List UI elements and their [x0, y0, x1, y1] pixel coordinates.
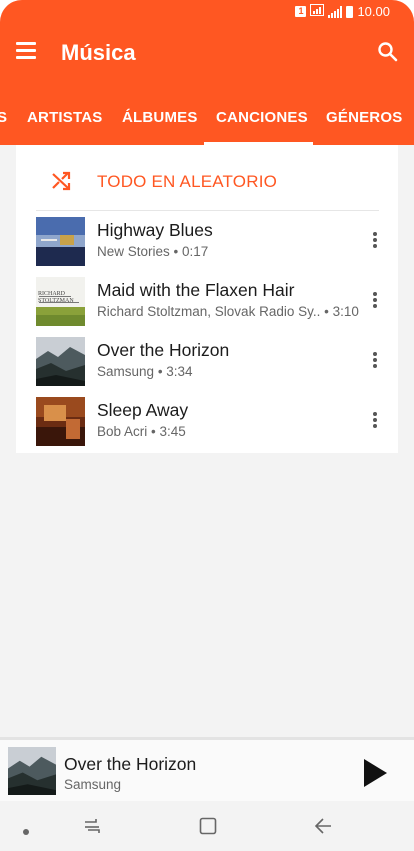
album-art	[36, 217, 85, 266]
song-title: Sleep Away	[97, 400, 189, 420]
song-artist: Bob Acri	[97, 424, 148, 439]
album-art: RICHARD STOLTZMAN	[36, 277, 85, 326]
song-title: Highway Blues	[97, 220, 213, 240]
back-icon[interactable]	[313, 816, 333, 841]
status-bar: 1 10.00	[0, 0, 414, 24]
tab-bar: S ARTISTAS ÁLBUMES CANCIONES GÉNEROS	[0, 94, 414, 145]
album-art	[36, 337, 85, 386]
song-duration: • 3:45	[151, 424, 186, 439]
cell-signal-icon	[328, 5, 343, 18]
song-duration: • 0:17	[173, 244, 209, 259]
song-row[interactable]: Sleep Away Bob Acri • 3:45	[16, 392, 398, 452]
album-art	[36, 397, 85, 446]
battery-icon	[346, 5, 354, 18]
song-row[interactable]: RICHARD STOLTZMAN Maid with the Flaxen H…	[16, 272, 398, 332]
app-title: Música	[61, 40, 136, 65]
tab-albumes[interactable]: ÁLBUMES	[122, 109, 198, 126]
song-subtitle: Samsung • 3:34	[97, 364, 193, 379]
more-options-icon[interactable]	[372, 412, 378, 432]
home-icon[interactable]	[198, 816, 218, 841]
now-playing-bar[interactable]: Over the Horizon Samsung	[0, 737, 414, 801]
song-artist: New Stories	[97, 244, 170, 259]
song-subtitle: Richard Stoltzman, Slovak Radio Sy.. • 3…	[97, 304, 359, 319]
shuffle-all-button[interactable]: TODO EN ALEATORIO	[16, 145, 398, 210]
recent-apps-icon[interactable]	[82, 816, 102, 841]
song-artist: Samsung	[97, 364, 155, 379]
now-playing-artist: Samsung	[64, 777, 122, 792]
more-options-icon[interactable]	[372, 352, 378, 372]
song-row[interactable]: Over the Horizon Samsung • 3:34	[16, 332, 398, 392]
tab-canciones[interactable]: CANCIONES	[216, 109, 308, 126]
wifi-signal-icon	[310, 4, 325, 19]
hamburger-menu-icon[interactable]	[16, 42, 40, 62]
shuffle-icon	[51, 171, 71, 191]
tab-partial[interactable]: S	[0, 109, 7, 126]
now-playing-title: Over the Horizon	[64, 754, 197, 774]
song-duration: • 3:34	[157, 364, 193, 379]
more-options-icon[interactable]	[372, 292, 378, 312]
app-screen: 1 10.00 Música S ARTISTAS ÁLBUMES CANCIO…	[0, 0, 414, 851]
shuffle-all-label: TODO EN ALEATORIO	[97, 172, 278, 191]
app-bar: 1 10.00 Música S ARTISTAS ÁLBUMES CANCIO…	[0, 0, 414, 145]
song-subtitle: Bob Acri • 3:45	[97, 424, 186, 439]
song-title: Over the Horizon	[97, 340, 230, 360]
divider	[36, 210, 379, 211]
song-list: TODO EN ALEATORIO Highway Blues New Stor…	[16, 145, 398, 453]
play-icon[interactable]	[362, 758, 388, 788]
system-nav-bar	[0, 801, 414, 851]
song-title: Maid with the Flaxen Hair	[97, 280, 295, 300]
more-options-icon[interactable]	[372, 232, 378, 252]
album-art-lettering: RICHARD STOLTZMAN	[38, 291, 74, 304]
dot-icon[interactable]	[22, 823, 30, 841]
tab-generos[interactable]: GÉNEROS	[326, 109, 402, 126]
song-artist: Richard Stoltzman, Slovak Radio Sy..	[97, 304, 321, 319]
clock: 10.00	[357, 4, 390, 19]
toolbar: Música	[0, 24, 414, 82]
song-subtitle: New Stories • 0:17	[97, 244, 208, 259]
now-playing-album-art	[8, 747, 56, 795]
status-icons: 1 10.00	[295, 4, 390, 19]
song-row[interactable]: Highway Blues New Stories • 0:17	[16, 212, 398, 272]
search-icon[interactable]	[376, 40, 400, 64]
song-duration: • 3:10	[324, 304, 359, 319]
sim-indicator: 1	[295, 6, 307, 17]
tab-artistas[interactable]: ARTISTAS	[27, 109, 103, 126]
